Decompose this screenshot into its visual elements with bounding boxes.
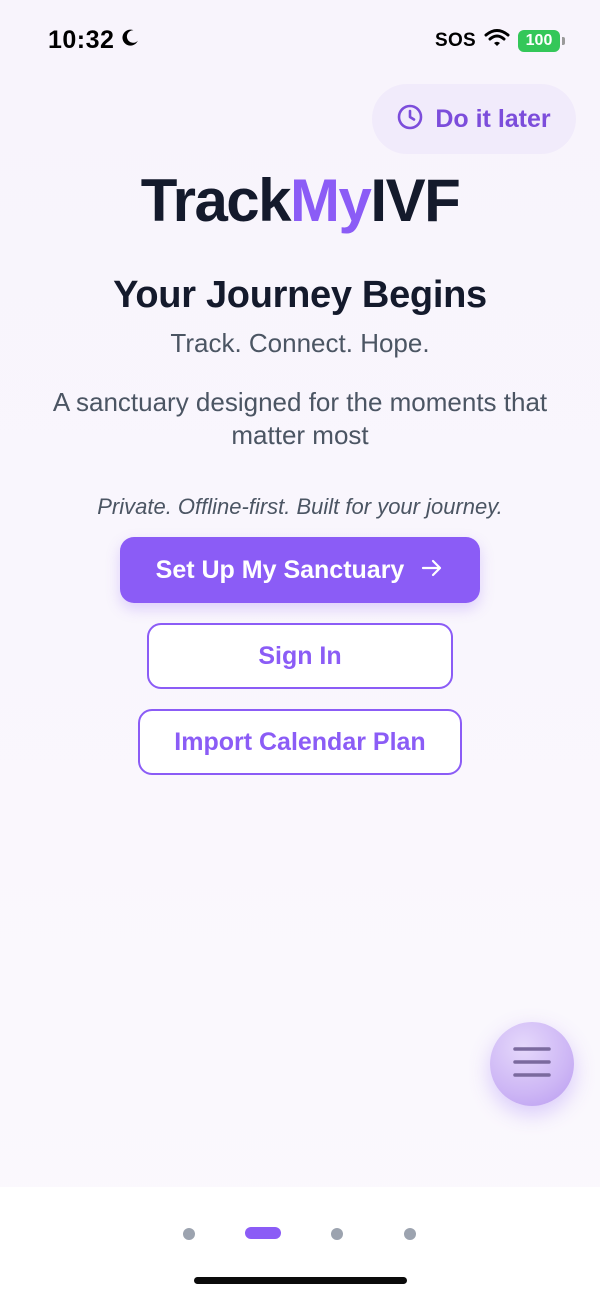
battery-indicator: 100 <box>518 29 565 52</box>
status-icons: SOS 100 <box>434 28 565 53</box>
page-dot-2-active[interactable] <box>245 1227 281 1239</box>
menu-icon <box>512 1044 552 1085</box>
import-calendar-plan-label: Import Calendar Plan <box>174 727 426 756</box>
description: A sanctuary designed for the moments tha… <box>52 387 548 450</box>
privacy-note: Private. Offline-first. Built for your j… <box>97 494 503 519</box>
arrow-right-icon <box>420 558 444 583</box>
logo-part-my: My <box>290 167 372 234</box>
wifi-icon <box>484 28 510 53</box>
battery-level: 100 <box>525 31 553 49</box>
status-bar: 10:32 SOS 100 <box>0 0 600 80</box>
page-indicator <box>0 1226 600 1240</box>
set-up-sanctuary-label: Set Up My Sanctuary <box>155 555 405 584</box>
moon-icon <box>120 28 140 53</box>
sos-label: SOS <box>434 29 476 51</box>
home-indicator[interactable] <box>194 1277 407 1284</box>
clock-icon <box>397 104 423 135</box>
sign-in-button[interactable]: Sign In <box>147 623 453 689</box>
page-dot-3[interactable] <box>331 1228 343 1240</box>
logo-part-ivf: IVF <box>370 167 460 234</box>
sign-in-label: Sign In <box>258 641 342 670</box>
do-it-later-button[interactable]: Do it later <box>372 84 576 154</box>
battery-cap <box>562 36 565 45</box>
logo-part-track: Track <box>140 167 292 234</box>
import-calendar-plan-button[interactable]: Import Calendar Plan <box>138 709 462 775</box>
menu-fab-button[interactable] <box>490 1022 574 1106</box>
set-up-sanctuary-button[interactable]: Set Up My Sanctuary <box>120 537 480 603</box>
app-logo: TrackMyIVF <box>0 168 600 234</box>
time-group: 10:32 <box>48 26 140 55</box>
page-dot-1[interactable] <box>183 1228 195 1240</box>
tagline: Track. Connect. Hope. <box>170 328 430 358</box>
status-time: 10:32 <box>48 26 115 54</box>
page-dot-4[interactable] <box>404 1228 416 1240</box>
do-it-later-label: Do it later <box>435 104 551 133</box>
page-title: Your Journey Begins <box>113 274 487 316</box>
